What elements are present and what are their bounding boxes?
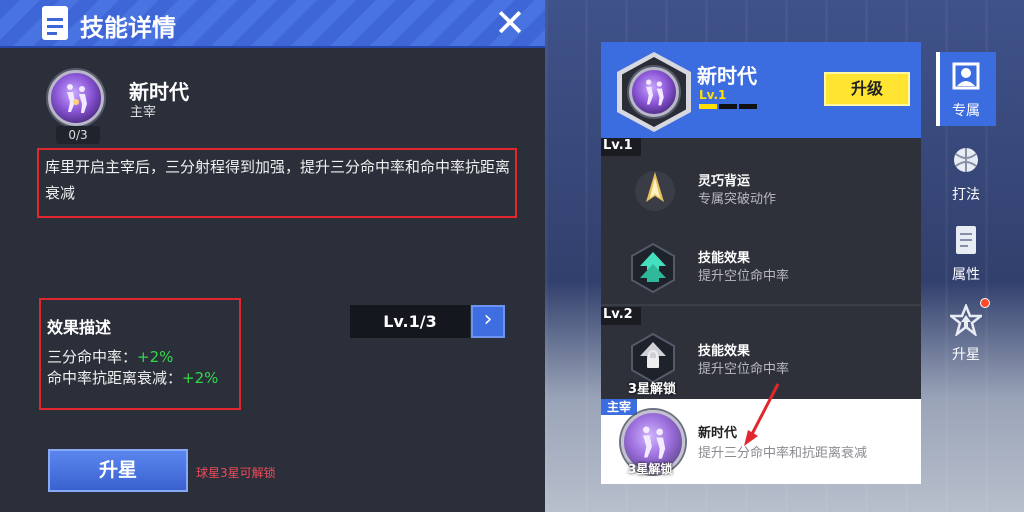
divider [601, 304, 921, 306]
agile-move-icon[interactable] [628, 164, 682, 218]
close-icon[interactable]: ✕ [494, 4, 526, 42]
skill-boost-icon[interactable] [626, 240, 680, 294]
effect-value: +2% [137, 348, 174, 366]
dominate-title: 新时代 [698, 426, 738, 441]
dominate-tag: 主宰 [601, 399, 637, 415]
exclusive-name: 新时代 [697, 64, 757, 88]
skill-description: 库里开启主宰后，三分射程得到加强，提升三分命中率和命中率抗距离衰减 [45, 158, 511, 202]
red-arrow-icon [744, 383, 780, 446]
chevron-right-icon[interactable]: › [471, 305, 505, 338]
tab-exclusive[interactable]: 专属 [936, 52, 996, 126]
star-up-button[interactable]: 升星 [48, 449, 188, 492]
level-progress-bar [699, 104, 759, 109]
tab-label: 升星 [952, 347, 980, 363]
exclusive-icon [952, 62, 980, 90]
panel-title: 技能详情 [80, 14, 176, 42]
unlock-hint: 球星3星可解锁 [196, 466, 276, 480]
skill-description-box: 库里开启主宰后，三分射程得到加强，提升三分命中率和命中率抗距离衰减 [37, 148, 517, 218]
tab-playstyle[interactable]: 打法 [936, 136, 996, 208]
effect-line: 命中率抗距离衰减：+2% [47, 367, 218, 388]
tab-label: 打法 [952, 187, 980, 203]
skill-emblem-icon [48, 70, 104, 126]
upgrade-button[interactable]: 升级 [824, 72, 910, 106]
item-title: 技能效果 [698, 344, 751, 359]
tab-label: 专属 [952, 103, 980, 119]
effect-description-box: 效果描述 三分命中率：+2% 命中率抗距离衰减：+2% [39, 298, 241, 410]
tab-label: 属性 [952, 267, 980, 283]
lock-label: 3星解锁 [628, 462, 673, 476]
notification-dot [980, 298, 990, 308]
level-display: Lv.1/3 [350, 305, 470, 338]
effect-label: 命中率抗距离衰减： [47, 369, 183, 387]
effect-label: 三分命中率： [47, 348, 138, 366]
attribute-doc-icon [956, 226, 976, 254]
effect-title: 效果描述 [47, 318, 112, 337]
skill-progress-count: 0/3 [56, 126, 100, 144]
skill-detail-panel: 技能详情 ✕ 0/3 新时代 主宰 库里开启主宰后，三分射程得到加强，提升三分命… [0, 0, 545, 512]
item-subtitle: 提升空位命中率 [698, 362, 790, 377]
tab-attributes[interactable]: 属性 [936, 216, 996, 288]
star-up-icon [950, 304, 982, 336]
document-icon [42, 6, 68, 40]
item-title: 技能效果 [698, 251, 751, 266]
playstyle-icon [954, 148, 978, 172]
level-tag: Lv.2 [601, 307, 641, 325]
skill-role: 主宰 [130, 105, 157, 120]
level-tag: Lv.1 [601, 138, 641, 156]
item-title: 灵巧背运 [698, 174, 751, 189]
exclusive-level: Lv.1 [699, 88, 727, 102]
item-subtitle: 专属突破动作 [698, 192, 777, 207]
effect-line: 三分命中率：+2% [47, 346, 173, 367]
exclusive-emblem-icon [629, 67, 679, 117]
exclusive-emblem-frame [617, 52, 691, 132]
effect-value: +2% [182, 369, 219, 387]
item-subtitle: 提升空位命中率 [698, 269, 790, 284]
locked-skill-icon[interactable] [626, 330, 680, 384]
lock-label: 3星解锁 [628, 382, 677, 397]
